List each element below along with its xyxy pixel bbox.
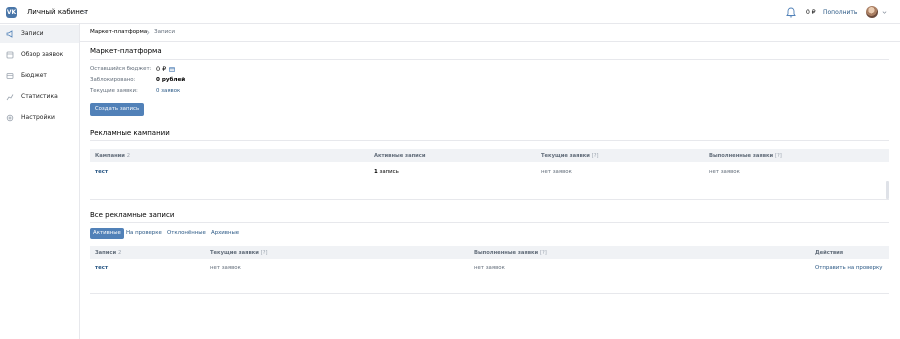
tab-review[interactable]: На проверке: [126, 228, 162, 239]
column-header: Выполненные заявки [?]: [474, 250, 547, 256]
blocked-label: Заблокировано:: [90, 77, 136, 83]
sidebar: Записи Обзор заявок Бюджет Статистика На…: [0, 24, 80, 339]
divider: [90, 199, 889, 200]
current-requests-link[interactable]: 0 заявок: [156, 88, 180, 94]
sidebar-item-label: Обзор заявок: [21, 51, 64, 58]
sidebar-item-stats[interactable]: Статистика: [0, 88, 79, 106]
stats-icon: [6, 94, 14, 101]
avatar[interactable]: [866, 6, 878, 18]
column-header: Действия: [815, 250, 844, 256]
wallet-icon: [6, 73, 14, 79]
create-post-button[interactable]: Создать запись: [90, 103, 144, 116]
topup-link[interactable]: Пополнить: [823, 9, 857, 16]
balance-amount: 0 ₽: [806, 9, 816, 16]
column-header: Выполненные заявки [?]: [709, 153, 782, 159]
sidebar-item-label: Статистика: [21, 93, 58, 100]
breadcrumb-parent[interactable]: Маркет-платформа: [90, 29, 147, 35]
cabinet-menu[interactable]: Личный кабинет: [27, 8, 88, 16]
campaigns-table-header: Кампании 2 Активные записи Текущие заявк…: [90, 149, 889, 162]
sidebar-item-posts[interactable]: Записи: [0, 25, 79, 43]
posts-title: Все рекламные записи: [90, 211, 175, 219]
top-bar: VK Личный кабинет 0 ₽ Пополнить: [0, 0, 900, 24]
chevron-down-icon[interactable]: [882, 10, 887, 15]
sidebar-item-budget[interactable]: Бюджет: [0, 67, 79, 85]
document-icon: [6, 51, 14, 59]
tab-active[interactable]: Активные: [90, 228, 124, 239]
sidebar-item-label: Настройки: [21, 114, 55, 121]
chevron-right-icon: [146, 30, 150, 35]
card-icon[interactable]: [169, 67, 175, 72]
divider: [80, 41, 900, 42]
budget-label: Оставшийся бюджет:: [90, 66, 152, 72]
scrollbar[interactable]: [886, 181, 889, 199]
divider: [90, 222, 889, 223]
send-to-review-link[interactable]: Отправить на проверку: [815, 265, 883, 271]
blocked-value: 0 рублей: [156, 77, 186, 83]
sidebar-item-label: Бюджет: [21, 72, 47, 79]
campaign-done-requests: нет заявок: [709, 169, 740, 175]
sidebar-item-label: Записи: [21, 30, 44, 37]
gear-icon: [6, 114, 14, 122]
megaphone-icon: [6, 30, 13, 38]
tab-archived[interactable]: Архивные: [211, 228, 239, 239]
sidebar-item-requests[interactable]: Обзор заявок: [0, 46, 79, 64]
post-current-requests: нет заявок: [210, 265, 241, 271]
posts-table-header: Записи 2 Текущие заявки [?] Выполненные …: [90, 246, 889, 259]
platform-title: Маркет-платформа: [90, 47, 162, 55]
campaigns-title: Рекламные кампании: [90, 129, 170, 137]
column-header: Активные записи: [374, 153, 426, 159]
campaign-current-requests: нет заявок: [541, 169, 572, 175]
chevron-down-icon[interactable]: [82, 9, 88, 15]
divider: [90, 59, 889, 60]
column-header: Текущие заявки [?]: [210, 250, 268, 256]
divider: [90, 293, 889, 294]
vk-logo[interactable]: VK: [6, 7, 17, 18]
column-header: Текущие заявки [?]: [541, 153, 599, 159]
campaign-active-posts: 1 запись: [374, 169, 399, 175]
main-content: Маркет-платформа Записи Маркет-платформа…: [80, 24, 900, 339]
sidebar-item-settings[interactable]: Настройки: [0, 109, 79, 127]
breadcrumb-current: Записи: [154, 29, 176, 35]
bell-icon[interactable]: [786, 7, 796, 18]
tab-rejected[interactable]: Отклонённые: [167, 228, 206, 239]
budget-value: 0 ₽: [156, 65, 167, 73]
current-requests-label: Текущие заявки:: [90, 88, 138, 94]
column-header[interactable]: Записи 2: [95, 250, 121, 256]
campaign-name-link[interactable]: тест: [95, 169, 108, 175]
post-name-link[interactable]: тест: [95, 265, 108, 271]
column-header[interactable]: Кампании 2: [95, 153, 130, 159]
divider: [90, 140, 889, 141]
post-done-requests: нет заявок: [474, 265, 505, 271]
